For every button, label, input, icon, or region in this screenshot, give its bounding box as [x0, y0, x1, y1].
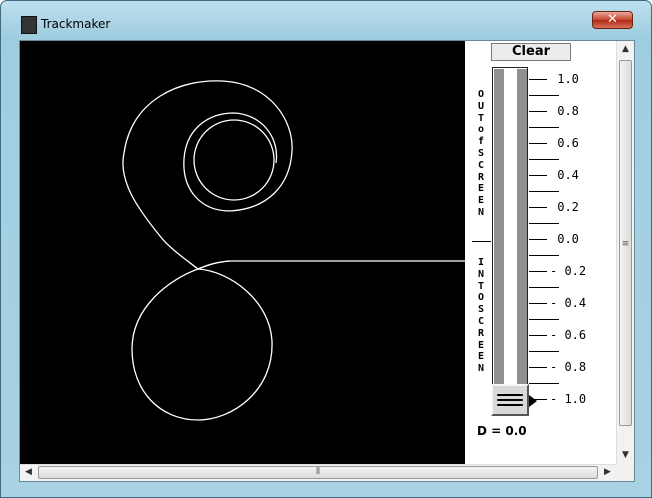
scale-label: - 0.4: [550, 296, 587, 310]
scrollbar-corner: [616, 464, 634, 481]
slider-pointer-icon: [529, 395, 537, 407]
inner-loop: [193, 119, 275, 201]
scale-label: - 0.2: [550, 264, 587, 278]
scale-tick: [529, 95, 559, 96]
drawing-canvas[interactable]: [20, 41, 465, 464]
thumb-grip-line: [497, 394, 523, 396]
track-drawing: [122, 80, 465, 421]
app-window: Trackmaker ✕ Clear OUT of SCREEN INTO SC…: [0, 0, 652, 498]
scale-tick: [529, 335, 547, 336]
scale-tick: [529, 127, 559, 128]
scale-label: 0.4: [550, 168, 579, 182]
slider-rail-left: [494, 69, 504, 399]
slider-rail-right: [517, 69, 527, 399]
depth-readout: D = 0.0: [477, 424, 527, 438]
scale-label: - 0.8: [550, 360, 587, 374]
scale-tick: [529, 175, 547, 176]
scale-label: 0.8: [550, 104, 579, 118]
scale-tick: [529, 111, 547, 112]
scale-tick: [529, 223, 559, 224]
scale-tick: [529, 239, 547, 240]
scale-tick: [529, 287, 559, 288]
scale-tick: [529, 351, 559, 352]
app-icon: [21, 16, 37, 34]
scale-label: 0.2: [550, 200, 579, 214]
into-screen-label: INTO SCREEN: [477, 257, 491, 375]
thumb-grip-line: [497, 399, 523, 401]
scale-tick: [529, 303, 547, 304]
client-area: Clear OUT of SCREEN INTO SCREEN 1.0 0.8 …: [19, 40, 635, 482]
scale-tick: [529, 143, 547, 144]
horizontal-scrollbar[interactable]: ◀ ⦀ ▶: [20, 464, 616, 481]
horizontal-scroll-thumb[interactable]: ⦀: [38, 466, 598, 479]
window-title: Trackmaker: [41, 17, 111, 31]
close-button[interactable]: ✕: [592, 11, 633, 29]
scale-tick: [529, 367, 547, 368]
scale-tick: [529, 207, 547, 208]
scale-label: - 1.0: [550, 392, 587, 406]
scale-label: 0.0: [550, 232, 579, 246]
depth-slider-thumb[interactable]: [491, 384, 529, 416]
scale-tick: [529, 255, 559, 256]
scroll-right-icon[interactable]: ▶: [599, 465, 616, 480]
depth-panel: Clear OUT of SCREEN INTO SCREEN 1.0 0.8 …: [465, 41, 616, 464]
scale-tick: [529, 191, 559, 192]
scale-tick: [529, 383, 559, 384]
scale-tick: [529, 159, 559, 160]
vertical-scrollbar[interactable]: ▲ ≡ ▼: [616, 41, 634, 464]
zero-divider: [472, 241, 491, 242]
lower-loop: [131, 260, 273, 421]
scale-label: - 0.6: [550, 328, 587, 342]
depth-slider-track[interactable]: [492, 67, 528, 401]
scale-label: 0.6: [550, 136, 579, 150]
scale-tick: [529, 399, 547, 400]
scroll-down-icon[interactable]: ▼: [617, 447, 634, 464]
scale-tick: [529, 319, 559, 320]
scroll-up-icon[interactable]: ▲: [617, 41, 634, 58]
thumb-grip-line: [497, 404, 523, 406]
track-path: [122, 80, 465, 270]
clear-button[interactable]: Clear: [491, 43, 571, 61]
out-of-screen-label: OUT of SCREEN: [477, 89, 491, 218]
scale-tick: [529, 79, 547, 80]
title-bar[interactable]: Trackmaker ✕: [1, 1, 651, 39]
scale-tick: [529, 271, 547, 272]
scale-label: 1.0: [550, 72, 579, 86]
vertical-scroll-thumb[interactable]: ≡: [619, 60, 632, 426]
scroll-left-icon[interactable]: ◀: [20, 465, 37, 480]
